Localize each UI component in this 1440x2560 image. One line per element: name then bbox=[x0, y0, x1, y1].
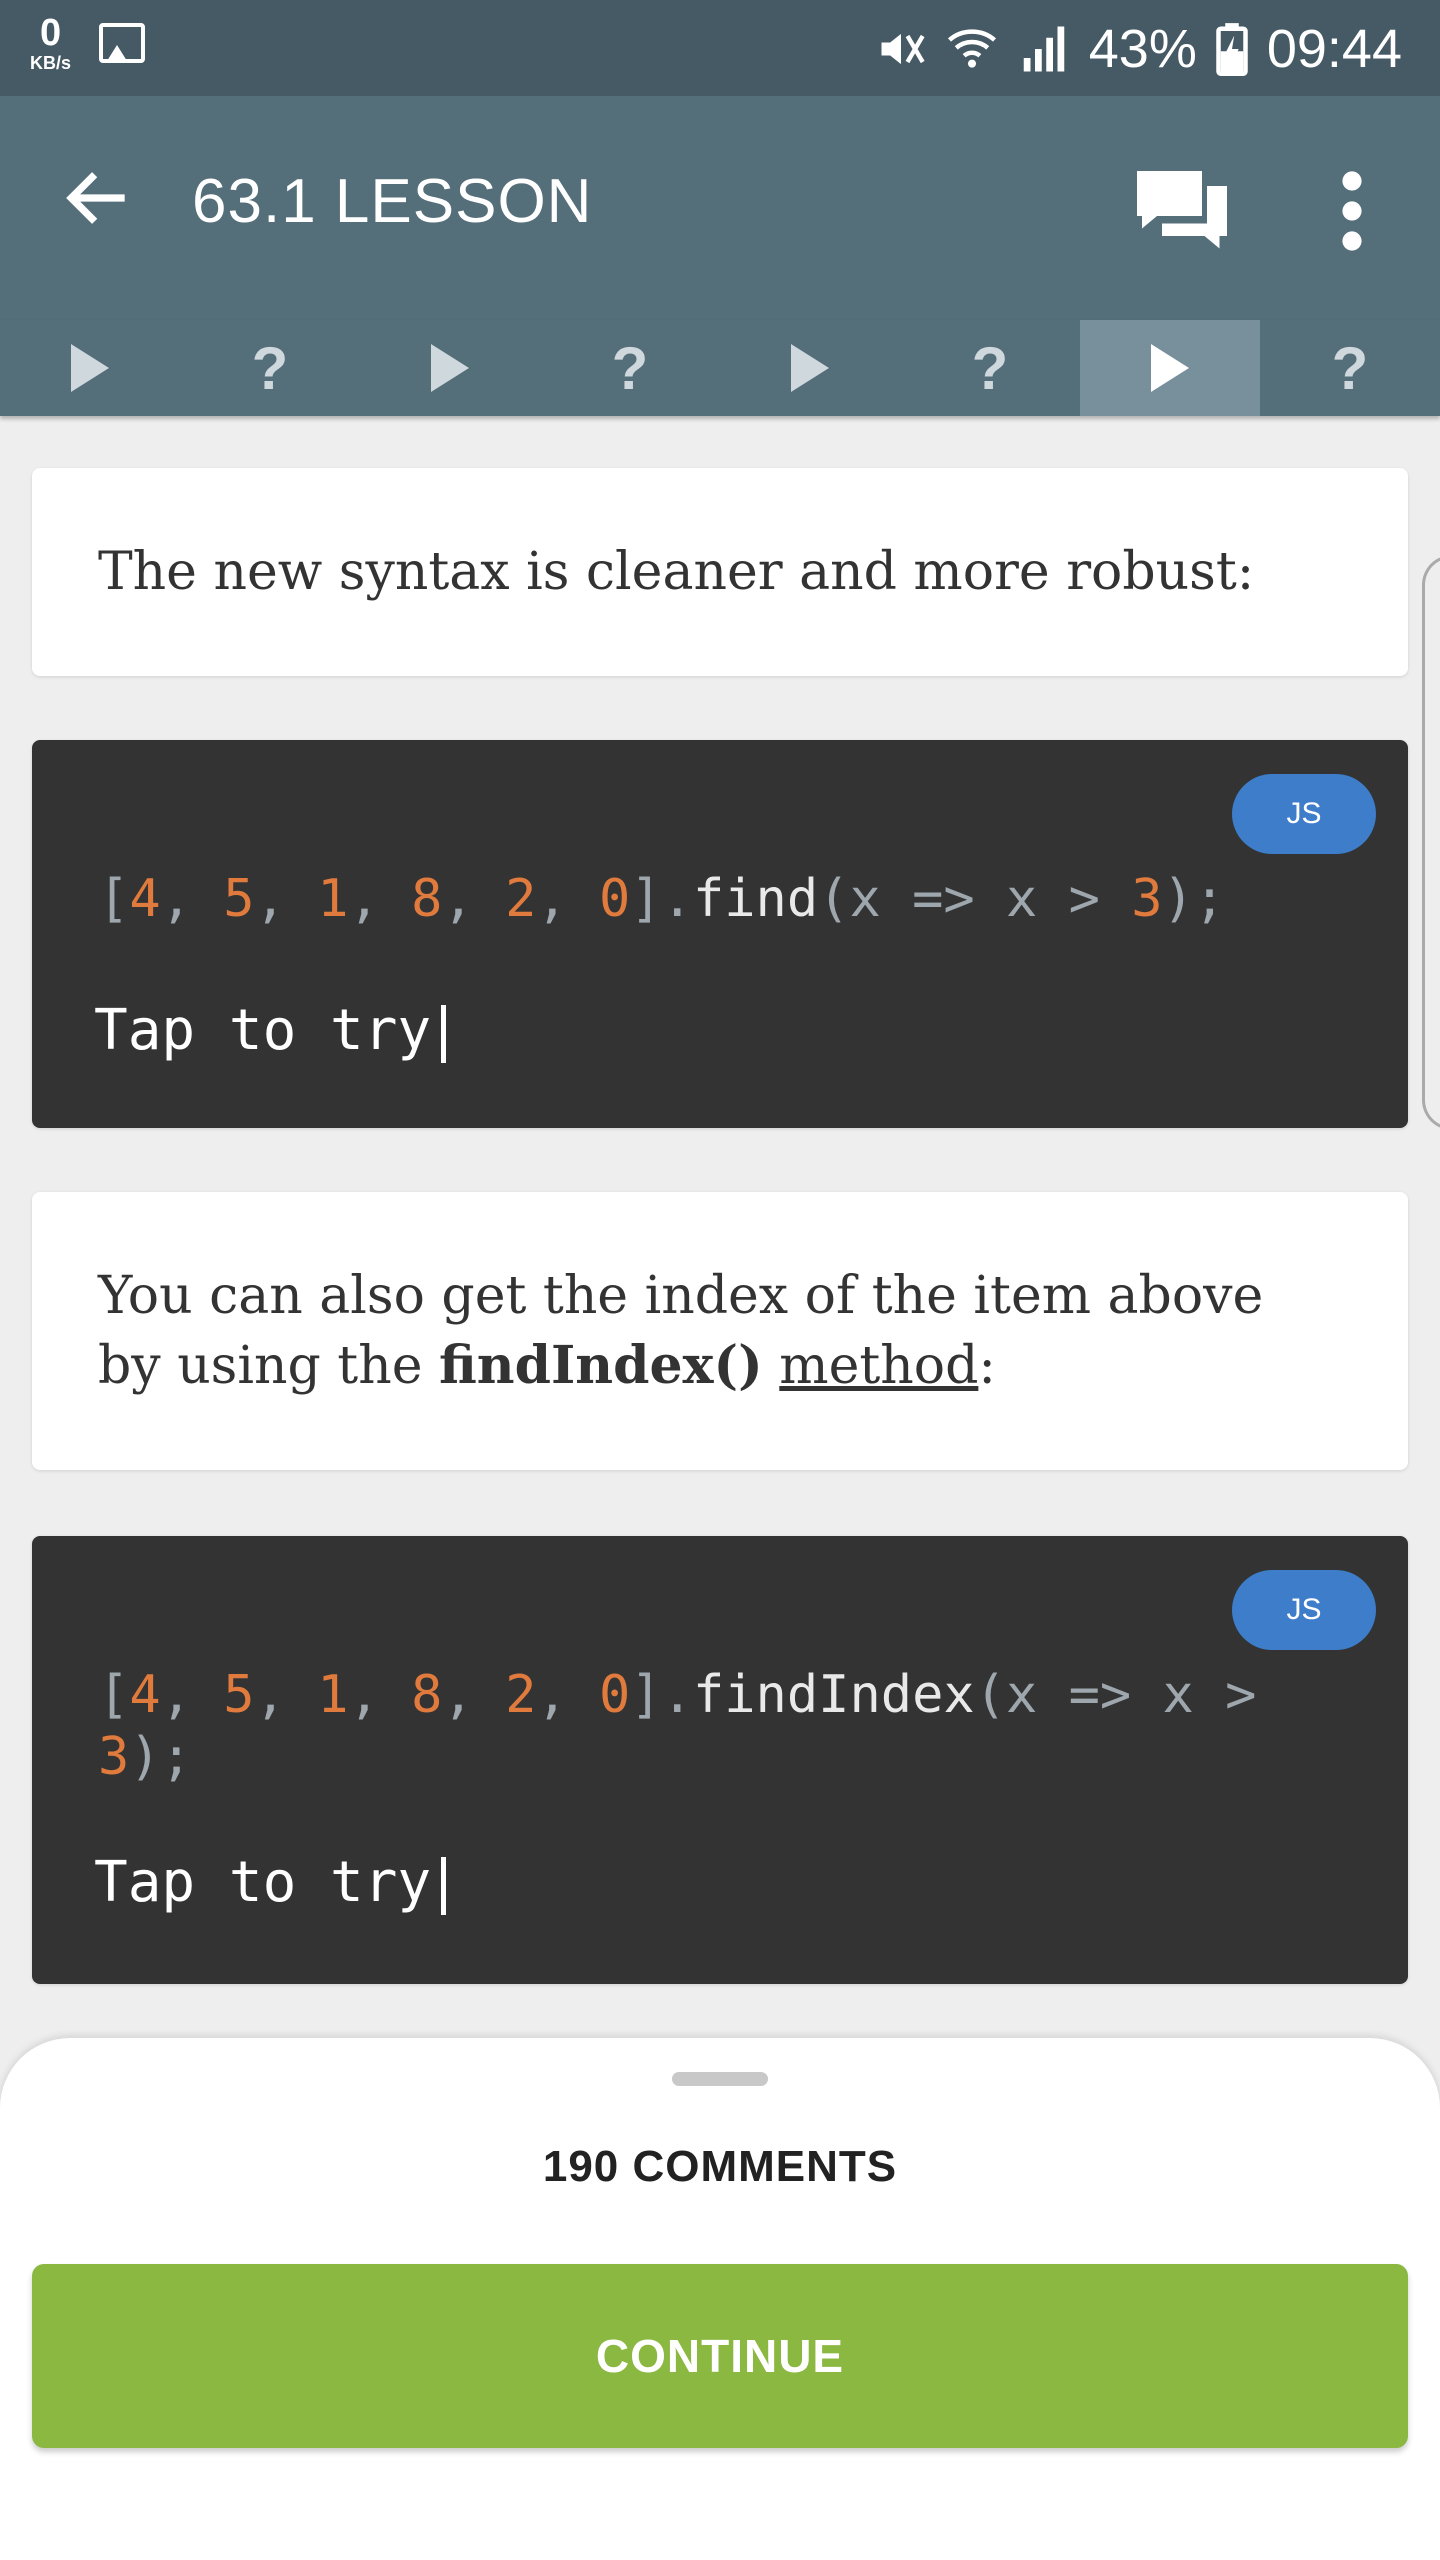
code-number-token: 0 bbox=[599, 869, 631, 929]
code-token: , bbox=[442, 869, 506, 929]
code-number-token: 8 bbox=[411, 869, 443, 929]
scroll-edge-indicator bbox=[1422, 555, 1440, 1130]
code-number-token: 5 bbox=[223, 1665, 255, 1725]
code-snippet-card[interactable]: JS [4, 5, 1, 8, 2, 0].findIndex(x => x >… bbox=[32, 1536, 1408, 1984]
tab-lesson-1[interactable] bbox=[0, 320, 180, 416]
code-token: (x => x > bbox=[974, 1665, 1288, 1725]
play-icon bbox=[1151, 344, 1189, 392]
code-token: , bbox=[442, 1665, 506, 1725]
lesson-text: You can also get the index of the item a… bbox=[98, 1261, 1342, 1401]
code-number-token: 4 bbox=[129, 1665, 161, 1725]
signal-icon bbox=[1023, 26, 1065, 72]
language-badge: JS bbox=[1232, 774, 1376, 854]
code-method-token: findIndex bbox=[692, 1665, 975, 1725]
play-icon bbox=[431, 344, 469, 392]
drag-handle[interactable] bbox=[672, 2072, 768, 2086]
battery-percent: 43% bbox=[1088, 19, 1197, 79]
question-mark-icon: ? bbox=[971, 334, 1009, 402]
code-snippet-card[interactable]: JS [4, 5, 1, 8, 2, 0].find(x => x > 3); … bbox=[32, 740, 1408, 1128]
status-bar: 0 KB/s 43% 09:44 bbox=[0, 0, 1440, 96]
code-token: , bbox=[536, 869, 599, 929]
code-token: (x => x > bbox=[818, 869, 1132, 929]
lesson-text-card: You can also get the index of the item a… bbox=[32, 1192, 1408, 1470]
code-number-token: 1 bbox=[317, 1665, 349, 1725]
chat-bubbles-icon bbox=[1137, 171, 1227, 249]
network-speed-value: 0 bbox=[39, 12, 62, 54]
inline-code-bold: findIndex() bbox=[439, 1335, 763, 1396]
code-token: , bbox=[254, 1665, 318, 1725]
code-number-token: 2 bbox=[505, 1665, 537, 1725]
tab-quiz-3[interactable]: ? bbox=[900, 320, 1080, 416]
network-speed-unit: KB/s bbox=[30, 53, 72, 73]
more-vert-icon bbox=[1342, 171, 1362, 251]
tab-lesson-3[interactable] bbox=[720, 320, 900, 416]
clock: 09:44 bbox=[1266, 19, 1402, 79]
code-number-token: 8 bbox=[411, 1665, 443, 1725]
lesson-text-card: The new syntax is cleaner and more robus… bbox=[32, 468, 1408, 676]
tab-lesson-2[interactable] bbox=[360, 320, 540, 416]
question-mark-icon: ? bbox=[251, 334, 289, 402]
mute-icon bbox=[881, 33, 925, 65]
code-token: ); bbox=[1162, 869, 1226, 929]
lesson-text: The new syntax is cleaner and more robus… bbox=[98, 542, 1255, 602]
continue-button[interactable]: CONTINUE bbox=[32, 2264, 1408, 2448]
wifi-icon bbox=[947, 29, 996, 68]
code-number-token: 0 bbox=[599, 1665, 631, 1725]
comments-bottom-sheet: 190 COMMENTS CONTINUE bbox=[0, 2038, 1440, 2560]
code-token: ); bbox=[129, 1727, 192, 1787]
tap-to-try-label[interactable]: Tap to try bbox=[94, 1850, 447, 1915]
code-token: , bbox=[348, 1665, 412, 1725]
comments-button[interactable] bbox=[1132, 166, 1232, 256]
tab-quiz-2[interactable]: ? bbox=[540, 320, 720, 416]
text-cursor bbox=[441, 1856, 447, 1915]
code-token: ]. bbox=[630, 869, 693, 929]
code-token: , bbox=[254, 869, 318, 929]
tap-to-try-text: Tap to try bbox=[94, 1850, 432, 1915]
question-mark-icon: ? bbox=[611, 334, 649, 402]
app-bar: 63.1 LESSON bbox=[0, 96, 1440, 320]
text-cursor bbox=[441, 1004, 447, 1063]
code-method-token: find bbox=[692, 869, 819, 929]
question-mark-icon: ? bbox=[1331, 334, 1369, 402]
code-token: , bbox=[160, 869, 224, 929]
tab-lesson-4-active[interactable] bbox=[1080, 320, 1260, 416]
lesson-text-part: : bbox=[978, 1336, 996, 1396]
status-right: 43% 09:44 bbox=[875, 18, 1402, 80]
code-token: ]. bbox=[630, 1665, 693, 1725]
code-number-token: 1 bbox=[317, 869, 349, 929]
network-speed: 0 KB/s bbox=[30, 14, 71, 72]
code-token: , bbox=[160, 1665, 224, 1725]
play-icon bbox=[791, 344, 829, 392]
page-title: 63.1 LESSON bbox=[192, 167, 593, 236]
battery-charging-icon bbox=[1216, 23, 1248, 76]
glossary-link[interactable]: method bbox=[779, 1336, 978, 1396]
code-number-token: 3 bbox=[1131, 869, 1163, 929]
more-options-button[interactable] bbox=[1320, 166, 1384, 256]
code-number-token: 5 bbox=[223, 869, 255, 929]
arrow-left-icon bbox=[66, 172, 125, 224]
back-button[interactable] bbox=[58, 158, 138, 238]
tab-quiz-4[interactable]: ? bbox=[1260, 320, 1440, 416]
image-notification-icon bbox=[99, 23, 146, 63]
tap-to-try-label[interactable]: Tap to try bbox=[94, 998, 447, 1063]
tap-to-try-text: Tap to try bbox=[94, 998, 432, 1063]
code-snippet: [4, 5, 1, 8, 2, 0].findIndex(x => x > 3)… bbox=[98, 1664, 1338, 1788]
code-token: [ bbox=[98, 869, 130, 929]
code-number-token: 2 bbox=[505, 869, 537, 929]
tab-quiz-1[interactable]: ? bbox=[180, 320, 360, 416]
code-number-token: 4 bbox=[129, 869, 161, 929]
comments-count-button[interactable]: 190 COMMENTS bbox=[0, 2142, 1440, 2192]
code-snippet: [4, 5, 1, 8, 2, 0].find(x => x > 3); bbox=[98, 868, 1225, 930]
code-number-token: 3 bbox=[98, 1727, 130, 1787]
code-token: , bbox=[536, 1665, 599, 1725]
lesson-progress-tabs: ? ? ? ? bbox=[0, 320, 1440, 416]
play-icon bbox=[71, 344, 109, 392]
language-badge: JS bbox=[1232, 1570, 1376, 1650]
status-left: 0 KB/s bbox=[30, 14, 146, 72]
code-token: [ bbox=[98, 1665, 130, 1725]
code-token: , bbox=[348, 869, 412, 929]
